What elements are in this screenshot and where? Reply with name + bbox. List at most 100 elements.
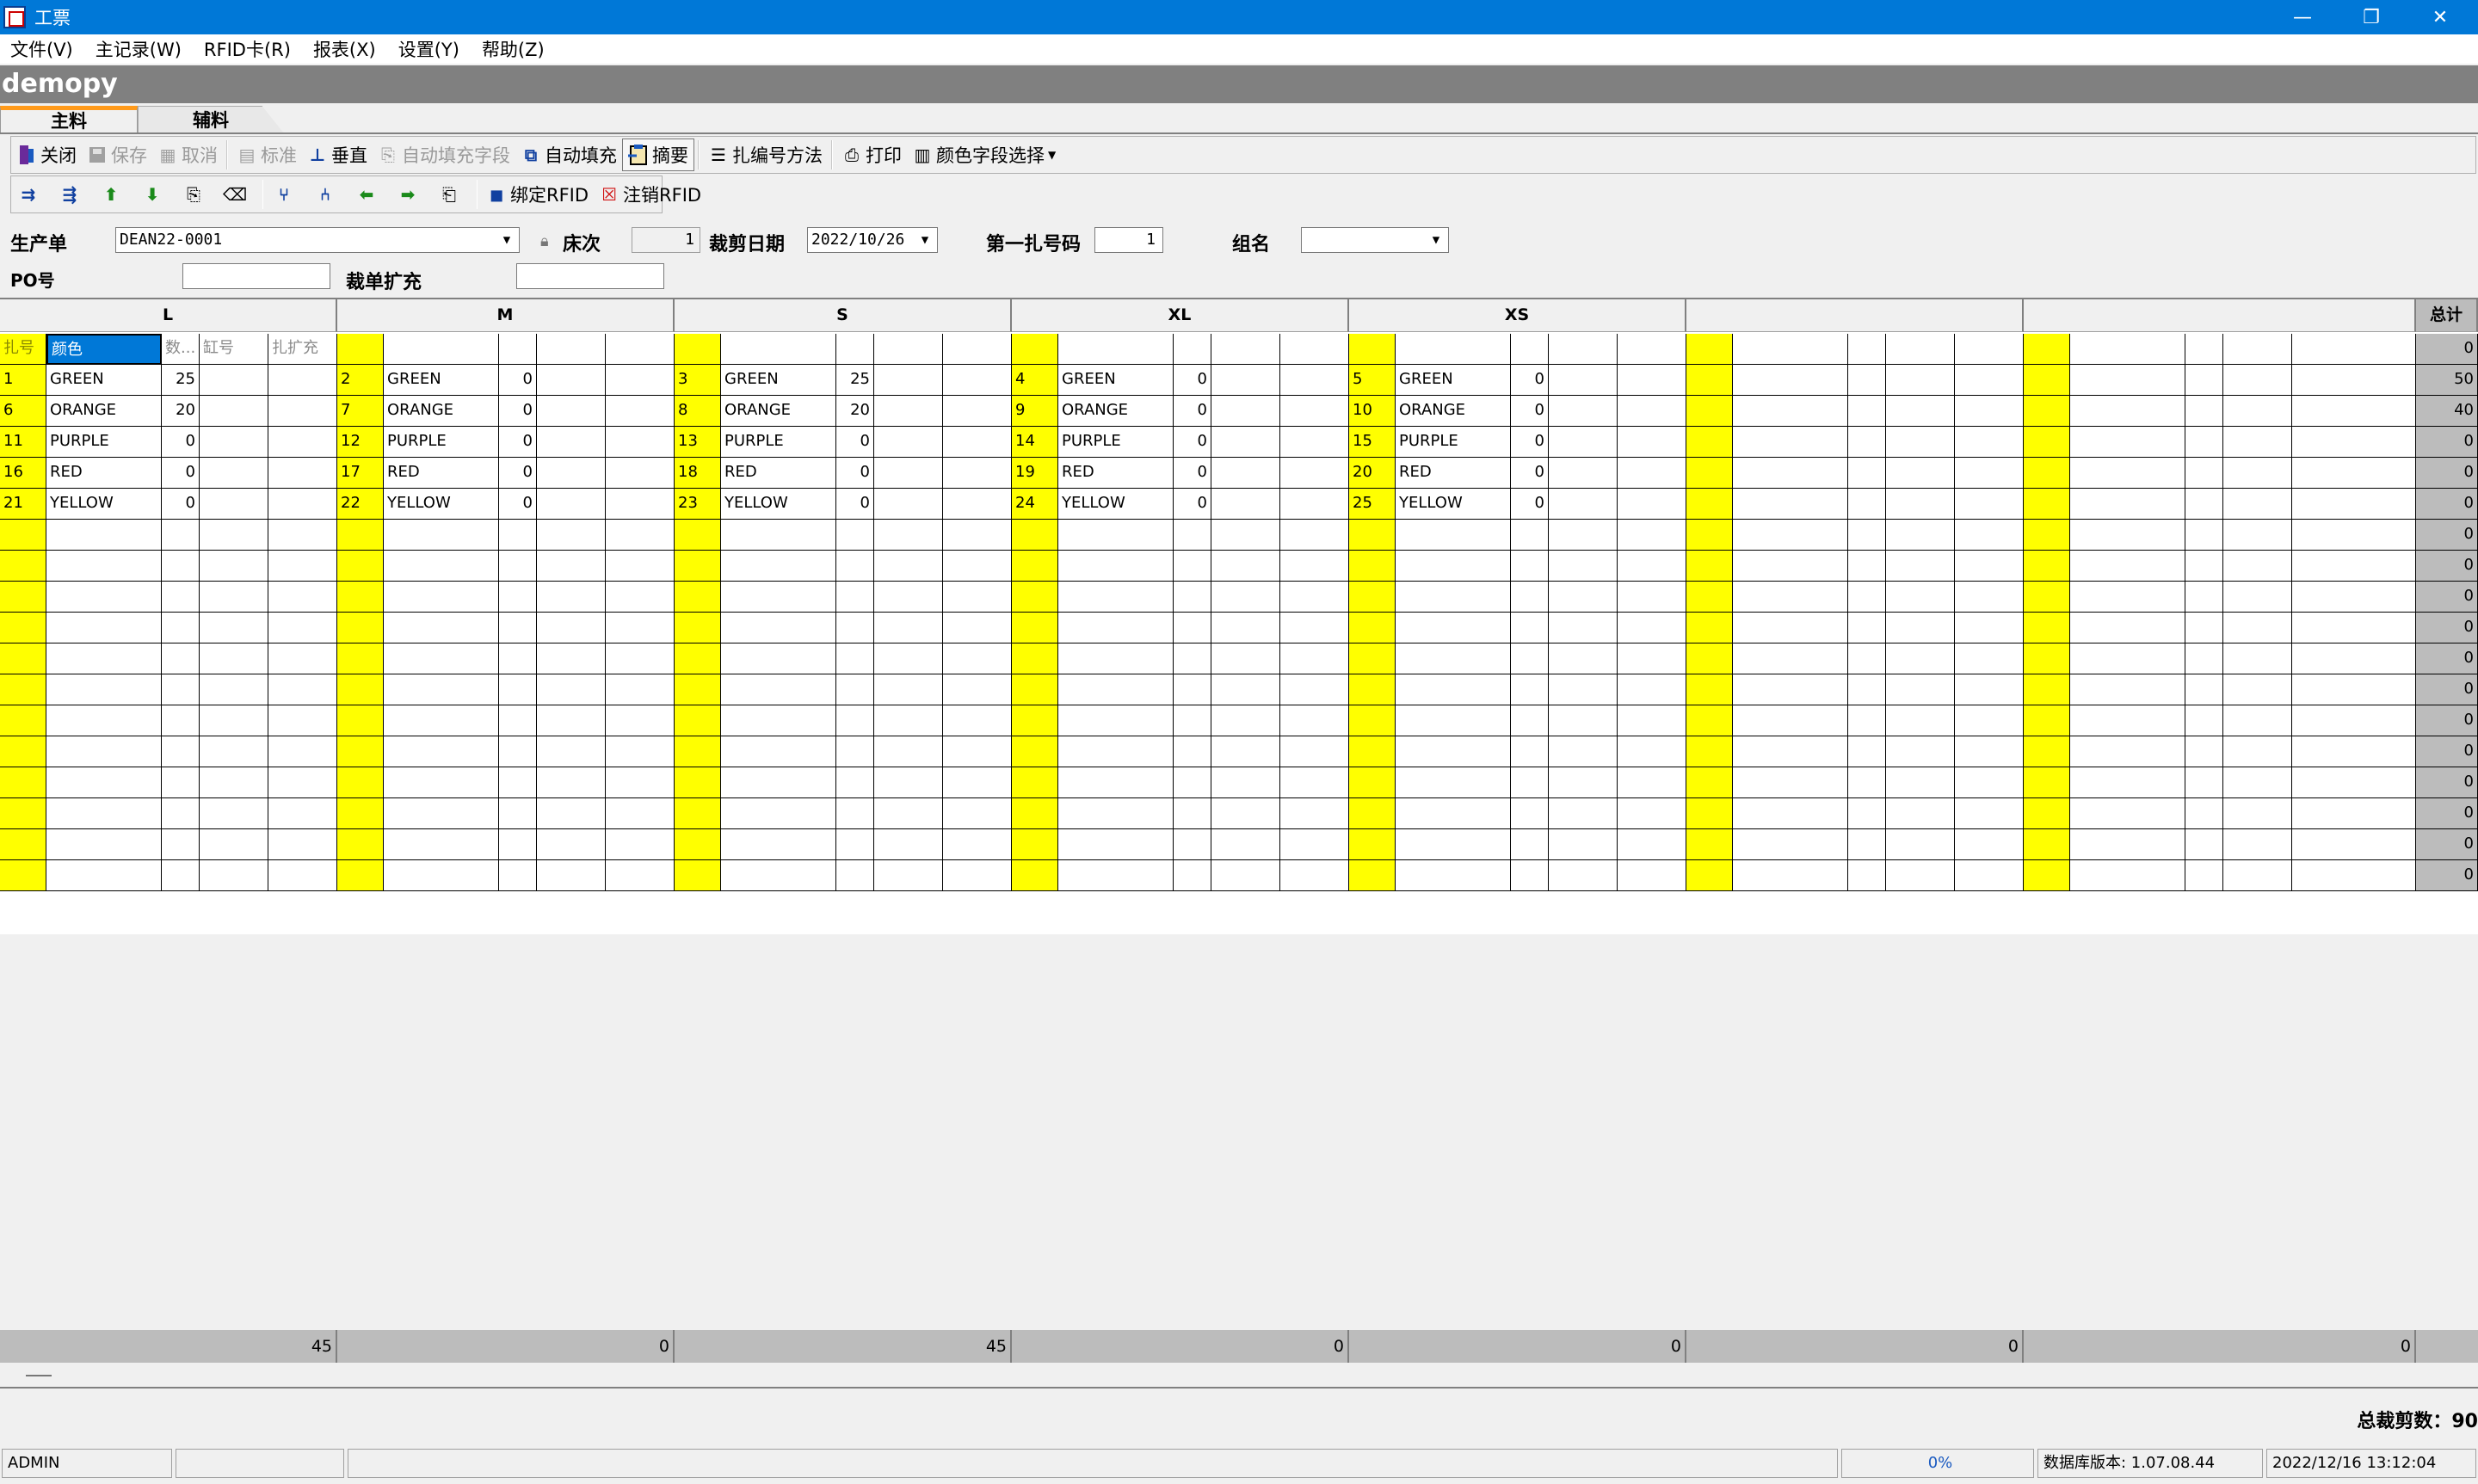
color-cell[interactable] — [721, 705, 836, 736]
vat-no-cell[interactable] — [2223, 613, 2292, 643]
bundle-ext-cell[interactable] — [1955, 798, 2024, 829]
bundle-ext-cell[interactable] — [268, 798, 337, 829]
bundle-no-cell[interactable] — [337, 613, 384, 643]
qty-cell[interactable] — [2185, 736, 2223, 767]
qty-cell[interactable] — [162, 643, 200, 674]
vat-no-cell[interactable] — [537, 396, 606, 427]
qty-cell[interactable] — [2185, 767, 2223, 798]
vat-no-cell[interactable] — [1211, 705, 1280, 736]
vat-no-cell[interactable] — [200, 798, 268, 829]
qty-cell[interactable] — [1848, 829, 1886, 860]
vat-no-cell[interactable] — [2223, 798, 2292, 829]
color-cell[interactable]: YELLOW — [46, 489, 162, 520]
bundle-no-cell[interactable] — [1012, 767, 1058, 798]
bundle-no-cell[interactable] — [1349, 613, 1396, 643]
bundle-no-cell[interactable] — [2024, 767, 2070, 798]
copy-button[interactable]: ⎘ — [176, 177, 218, 212]
qty-cell[interactable] — [2185, 396, 2223, 427]
bundle-ext-cell[interactable] — [2292, 520, 2416, 551]
vat-no-cell[interactable] — [537, 613, 606, 643]
color-cell[interactable] — [1733, 736, 1848, 767]
vat-no-cell[interactable] — [1549, 365, 1618, 396]
bundle-ext-cell[interactable] — [1618, 674, 1686, 705]
color-cell[interactable] — [1733, 427, 1848, 458]
vat-no-cell[interactable] — [200, 643, 268, 674]
qty-cell[interactable] — [499, 520, 537, 551]
vat-no-cell[interactable] — [1549, 396, 1618, 427]
color-cell[interactable] — [2070, 613, 2185, 643]
bundle-no-cell[interactable] — [2024, 396, 2070, 427]
qty-cell[interactable] — [1848, 365, 1886, 396]
bundle-no-cell[interactable] — [675, 860, 721, 891]
qty-cell[interactable] — [2185, 520, 2223, 551]
bundle-ext-cell[interactable] — [1955, 551, 2024, 582]
vat-no-cell[interactable] — [874, 767, 943, 798]
bundle-no-cell[interactable] — [2024, 829, 2070, 860]
erase-button[interactable]: ⌫ — [218, 177, 259, 212]
bundle-ext-cell[interactable] — [1955, 582, 2024, 613]
bundle-ext-cell[interactable] — [268, 582, 337, 613]
bundle-ext-cell[interactable] — [1280, 582, 1349, 613]
qty-cell[interactable]: 0 — [1174, 427, 1211, 458]
bundle-no-cell[interactable] — [675, 334, 721, 365]
bundle-ext-cell[interactable] — [268, 489, 337, 520]
vat-no-cell[interactable] — [874, 334, 943, 365]
bundle-ext-cell[interactable] — [1618, 458, 1686, 489]
column-header-qty[interactable]: 数... — [162, 334, 200, 365]
bundle-no-cell[interactable] — [1686, 427, 1733, 458]
bundle-ext-cell[interactable] — [943, 520, 1012, 551]
color-cell[interactable] — [2070, 520, 2185, 551]
bundle-no-cell[interactable]: 14 — [1012, 427, 1058, 458]
color-cell[interactable] — [2070, 489, 2185, 520]
vat-no-cell[interactable] — [1211, 643, 1280, 674]
menu-report[interactable]: 报表(X) — [313, 36, 376, 62]
bundle-no-cell[interactable] — [1349, 829, 1396, 860]
bundle-ext-cell[interactable] — [2292, 334, 2416, 365]
bundle-ext-cell[interactable] — [1955, 829, 2024, 860]
qty-cell[interactable] — [836, 643, 874, 674]
bundle-no-cell[interactable] — [0, 829, 46, 860]
bundle-ext-cell[interactable] — [943, 613, 1012, 643]
color-cell[interactable] — [384, 736, 499, 767]
qty-cell[interactable] — [2185, 551, 2223, 582]
bundle-no-cell[interactable]: 19 — [1012, 458, 1058, 489]
bundle-ext-cell[interactable] — [2292, 736, 2416, 767]
vat-no-cell[interactable] — [2223, 736, 2292, 767]
bundle-no-cell[interactable]: 22 — [337, 489, 384, 520]
vat-no-cell[interactable] — [1549, 613, 1618, 643]
color-cell[interactable] — [2070, 365, 2185, 396]
bundle-no-cell[interactable] — [1012, 829, 1058, 860]
color-cell[interactable] — [384, 551, 499, 582]
color-cell[interactable] — [1396, 767, 1511, 798]
qty-cell[interactable]: 0 — [836, 427, 874, 458]
color-cell[interactable] — [2070, 458, 2185, 489]
color-cell[interactable]: PURPLE — [384, 427, 499, 458]
bundle-no-cell[interactable] — [675, 767, 721, 798]
bundle-ext-cell[interactable] — [1955, 705, 2024, 736]
qty-cell[interactable] — [1848, 860, 1886, 891]
bundle-no-cell[interactable] — [675, 643, 721, 674]
bundle-ext-cell[interactable] — [606, 396, 675, 427]
po-field[interactable] — [182, 263, 330, 289]
bundle-ext-cell[interactable] — [268, 458, 337, 489]
bundle-no-cell[interactable] — [0, 736, 46, 767]
vat-no-cell[interactable] — [200, 489, 268, 520]
color-cell[interactable]: PURPLE — [1058, 427, 1174, 458]
color-cell[interactable] — [1396, 705, 1511, 736]
color-cell[interactable] — [384, 334, 499, 365]
color-cell[interactable] — [1733, 582, 1848, 613]
bundle-ext-cell[interactable] — [1280, 458, 1349, 489]
vat-no-cell[interactable] — [200, 736, 268, 767]
vat-no-cell[interactable] — [2223, 551, 2292, 582]
bundle-no-cell[interactable] — [1349, 736, 1396, 767]
bundle-ext-cell[interactable] — [1618, 705, 1686, 736]
color-cell[interactable] — [2070, 674, 2185, 705]
qty-cell[interactable] — [836, 798, 874, 829]
color-cell[interactable] — [721, 643, 836, 674]
bundle-ext-cell[interactable] — [1955, 458, 2024, 489]
qty-cell[interactable] — [836, 736, 874, 767]
color-cell[interactable] — [46, 736, 162, 767]
close-record-button[interactable]: 关闭 — [11, 138, 82, 172]
color-cell[interactable] — [1058, 767, 1174, 798]
qty-cell[interactable]: 0 — [1174, 396, 1211, 427]
